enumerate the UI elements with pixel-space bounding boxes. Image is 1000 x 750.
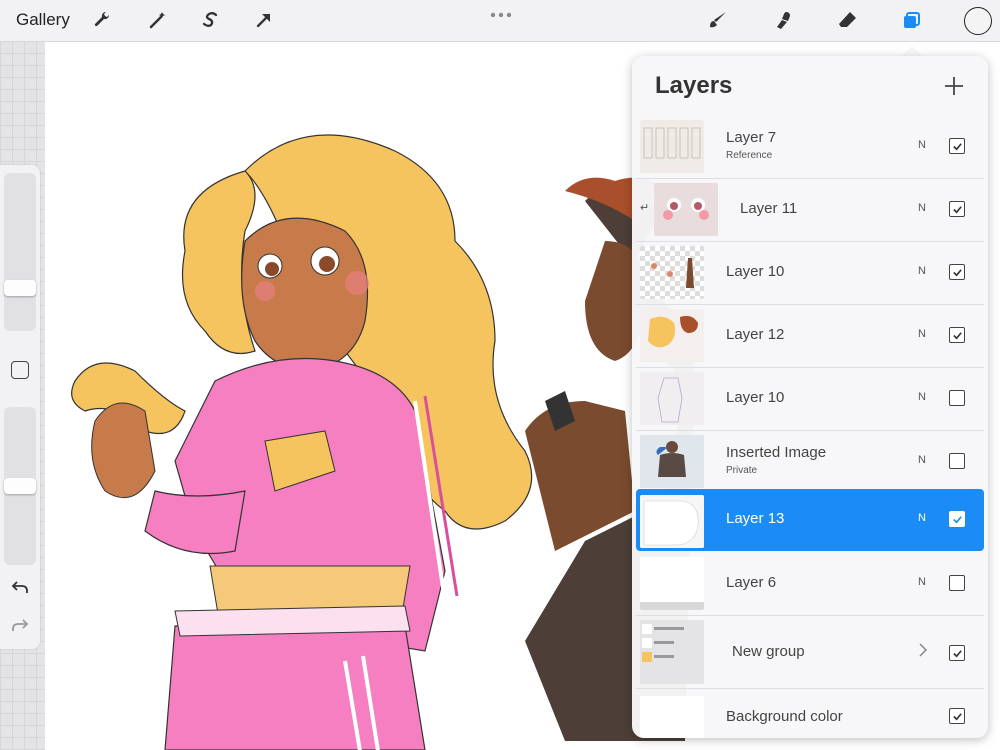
visibility-checkbox[interactable]	[949, 327, 965, 343]
visibility-checkbox[interactable]	[949, 201, 965, 217]
selection-s-icon[interactable]	[197, 6, 225, 34]
layer-group-row[interactable]: New group	[636, 616, 984, 689]
layer-row[interactable]: Layer 10 N	[636, 368, 984, 431]
opacity-slider-thumb[interactable]	[4, 478, 36, 494]
layer-row[interactable]: Layer 6 N	[636, 553, 984, 616]
eraser-icon[interactable]	[834, 6, 862, 34]
blend-mode-button[interactable]: N	[918, 202, 926, 214]
layer-thumbnail	[640, 246, 704, 299]
visibility-checkbox[interactable]	[949, 708, 965, 724]
layer-name: Layer 6	[726, 574, 777, 591]
layer-row[interactable]: Inserted Image Private N	[636, 431, 984, 494]
visibility-checkbox[interactable]	[949, 511, 965, 527]
layer-name: Layer 10	[726, 263, 785, 280]
layer-name: Layer 7	[726, 129, 777, 146]
visibility-checkbox[interactable]	[949, 390, 965, 406]
smudge-icon[interactable]	[770, 6, 798, 34]
more-options-icon[interactable]	[490, 6, 512, 24]
brush-size-slider-thumb[interactable]	[4, 279, 36, 296]
gallery-button[interactable]: Gallery	[16, 10, 70, 30]
layer-row[interactable]: ↵ Layer 11 N	[636, 179, 984, 242]
left-sidebar	[0, 165, 40, 649]
undo-icon[interactable]	[10, 577, 30, 597]
magic-wand-icon[interactable]	[144, 6, 172, 34]
visibility-checkbox[interactable]	[949, 453, 965, 469]
layer-name: Layer 11	[740, 200, 798, 217]
layer-name: Layer 12	[726, 326, 785, 343]
background-color-swatch[interactable]	[640, 696, 704, 738]
blend-mode-button[interactable]: N	[918, 328, 926, 340]
layer-thumbnail	[654, 183, 718, 236]
layer-name: Layer 10	[726, 389, 785, 406]
layer-name: Layer 13	[726, 510, 785, 527]
layer-thumbnail	[640, 120, 704, 173]
blend-mode-button[interactable]: N	[918, 265, 926, 277]
layer-name: Inserted Image	[726, 444, 827, 461]
layer-row[interactable]: Layer 12 N	[636, 305, 984, 368]
layers-icon[interactable]	[898, 6, 926, 34]
top-toolbar: Gallery	[0, 0, 1000, 42]
wrench-icon[interactable]	[88, 6, 116, 34]
layer-name: Background color	[726, 708, 843, 725]
blend-mode-button[interactable]: N	[918, 139, 926, 151]
visibility-checkbox[interactable]	[949, 138, 965, 154]
modify-button[interactable]	[11, 361, 29, 379]
layer-subtitle: Reference	[726, 150, 773, 161]
layer-subtitle: Private	[726, 465, 758, 476]
plus-icon[interactable]	[942, 74, 966, 98]
layer-thumbnail	[640, 435, 704, 488]
blend-mode-button[interactable]: N	[918, 512, 926, 524]
group-name: New group	[732, 643, 805, 660]
layer-thumbnail	[640, 495, 704, 548]
visibility-checkbox[interactable]	[949, 575, 965, 591]
layer-thumbnail	[640, 372, 704, 425]
layer-thumbnail	[640, 309, 704, 362]
brush-icon[interactable]	[704, 6, 732, 34]
layer-row[interactable]: Layer 7 Reference N	[636, 116, 984, 179]
layer-row[interactable]: Layer 10 N	[636, 242, 984, 305]
brush-size-slider[interactable]	[4, 173, 36, 331]
layer-thumbnail	[640, 557, 704, 610]
chevron-right-icon[interactable]	[918, 642, 928, 658]
visibility-checkbox[interactable]	[949, 645, 965, 661]
blend-mode-button[interactable]: N	[918, 454, 926, 466]
layers-panel: Layers Layer 7 Reference N ↵ Layer 11 N …	[632, 56, 988, 738]
redo-icon[interactable]	[10, 615, 30, 635]
visibility-checkbox[interactable]	[949, 264, 965, 280]
color-picker-button[interactable]	[964, 7, 992, 35]
panel-title: Layers	[655, 72, 733, 99]
blend-mode-button[interactable]: N	[918, 576, 926, 588]
blend-mode-button[interactable]: N	[918, 391, 926, 403]
group-thumbnail	[640, 620, 704, 684]
clipping-mask-icon: ↵	[640, 202, 650, 214]
layer-row-selected[interactable]: Layer 13 N	[636, 489, 984, 551]
transform-arrow-icon[interactable]	[250, 6, 278, 34]
background-color-row[interactable]: Background color	[636, 690, 984, 738]
